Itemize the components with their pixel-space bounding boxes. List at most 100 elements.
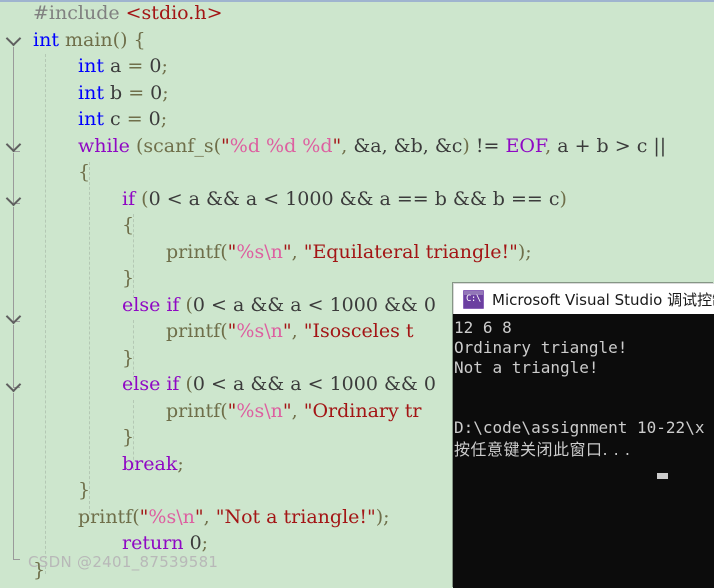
code-token: 0 xyxy=(192,373,206,395)
console-icon-prompt-glyph: C:\ xyxy=(466,293,481,304)
code-token: = xyxy=(126,108,143,130)
code-token: ( xyxy=(179,373,193,395)
code-token: 0 xyxy=(192,293,206,316)
code-token: ( xyxy=(220,240,228,263)
code-token: &a, &b, &c xyxy=(353,134,463,157)
code-token: ; xyxy=(161,55,168,77)
code-token: = xyxy=(127,55,144,77)
console-output-line: 12 6 8 xyxy=(454,318,512,337)
code-token: %s\n xyxy=(148,505,195,528)
code-token: " xyxy=(282,399,292,422)
code-token: () { xyxy=(112,28,146,51)
code-token: && 0 xyxy=(377,293,436,316)
code-token: else if xyxy=(122,373,180,395)
code-token: " xyxy=(282,320,292,342)
code-token: , xyxy=(291,320,304,342)
code-line[interactable]: if (0 < a && a < 1000 && a == b && b == … xyxy=(0,186,714,213)
code-token: ( xyxy=(132,505,140,528)
code-line[interactable]: int main() { xyxy=(0,27,714,54)
console-cursor xyxy=(657,473,668,479)
code-token: printf xyxy=(166,240,221,263)
code-token: 1000 xyxy=(285,187,334,210)
code-token: 0 xyxy=(148,108,161,130)
code-token: 0 xyxy=(148,187,161,210)
code-token: != xyxy=(475,134,506,157)
code-token: 0 xyxy=(189,532,202,554)
code-token: 0 xyxy=(150,81,163,104)
code-token: , xyxy=(291,240,304,263)
code-token: printf xyxy=(166,399,221,422)
code-line[interactable]: while (scanf_s("%d %d %d", &a, &b, &c) !… xyxy=(0,133,714,160)
code-token: %s\n xyxy=(236,399,283,422)
code-token: %d %d %d xyxy=(229,134,333,157)
code-token: < a && a < xyxy=(205,373,330,395)
code-line[interactable]: { xyxy=(0,159,714,186)
code-token: b xyxy=(103,81,129,104)
code-token: < a && a < xyxy=(205,293,330,316)
screenshot-root: #include <stdio.h> int main() {int a = 0;… xyxy=(0,0,714,588)
code-token: ( xyxy=(129,134,144,157)
code-token: ( xyxy=(220,399,228,422)
console-window-title: Microsoft Visual Studio 调试控制 xyxy=(492,290,714,309)
console-output-line: Ordinary triangle! xyxy=(454,338,628,357)
code-token: int xyxy=(78,81,104,104)
code-token: ( xyxy=(179,293,193,316)
code-token: <stdio.h> xyxy=(125,2,223,24)
code-token: "Ordinary tr xyxy=(303,399,422,422)
code-line[interactable]: #include <stdio.h> xyxy=(0,0,714,27)
console-output-area[interactable]: 12 6 8 Ordinary triangle! Not a triangle! D… xyxy=(453,314,714,588)
code-token: int xyxy=(78,55,104,77)
code-token: printf xyxy=(78,505,133,528)
code-token: , xyxy=(545,134,558,157)
console-window-icon: C:\ xyxy=(463,289,484,309)
code-line[interactable]: int c = 0; xyxy=(0,106,714,133)
code-token: main xyxy=(65,28,113,51)
code-token: ; xyxy=(177,452,184,475)
code-token: else if xyxy=(122,293,180,316)
code-token: < a && a < xyxy=(160,187,286,210)
console-output-line: D:\code\assignment 10-22\x xyxy=(454,418,705,437)
code-token: %s\n xyxy=(236,320,283,342)
code-token: = xyxy=(128,81,145,104)
code-token: "Not a triangle!" xyxy=(215,505,376,528)
code-line[interactable]: printf("%s\n", "Equilateral triangle!"); xyxy=(0,239,714,266)
code-token: ) xyxy=(462,134,476,157)
code-token: "Isosceles t xyxy=(303,320,414,342)
code-token: EOF xyxy=(505,134,546,157)
code-token: , xyxy=(203,505,216,528)
code-token: , xyxy=(341,134,354,157)
code-token: printf xyxy=(166,320,221,342)
code-token: #include xyxy=(33,2,126,24)
code-token: 1000 xyxy=(329,373,378,395)
console-window[interactable]: C:\ Microsoft Visual Studio 调试控制 12 6 8O… xyxy=(453,283,714,588)
code-token: ( xyxy=(213,134,222,157)
code-token: ) xyxy=(559,187,567,210)
code-token: return xyxy=(122,532,184,554)
code-token: " xyxy=(282,240,292,263)
code-line[interactable]: int a = 0; xyxy=(0,53,714,80)
code-token: ; xyxy=(162,81,169,104)
code-token: "Equilateral triangle!" xyxy=(303,240,518,263)
code-token: ; xyxy=(160,108,168,130)
code-token: && 0 xyxy=(377,373,436,395)
code-token: ); xyxy=(517,240,532,263)
code-token: 1000 xyxy=(329,293,378,316)
code-token: && a == b && b == c xyxy=(333,187,560,210)
code-token: %s\n xyxy=(236,240,283,263)
code-token: " xyxy=(194,505,204,528)
code-token: if xyxy=(122,187,136,210)
indent-guide xyxy=(133,214,134,298)
code-token: scanf_s xyxy=(143,134,214,157)
csdn-watermark: CSDN @2401_87539581 xyxy=(28,553,219,571)
code-token: int xyxy=(78,108,104,130)
code-line[interactable]: int b = 0; xyxy=(0,80,714,107)
console-titlebar[interactable]: C:\ Microsoft Visual Studio 调试控制 xyxy=(453,283,714,314)
code-token: 0 xyxy=(149,55,162,77)
code-token: " xyxy=(221,134,230,157)
code-token: ; xyxy=(201,532,209,554)
code-token: ( xyxy=(220,320,228,342)
code-token: " xyxy=(332,134,342,157)
code-line[interactable]: { xyxy=(0,212,714,239)
indent-guide xyxy=(133,400,134,470)
indent-guide xyxy=(45,54,46,574)
